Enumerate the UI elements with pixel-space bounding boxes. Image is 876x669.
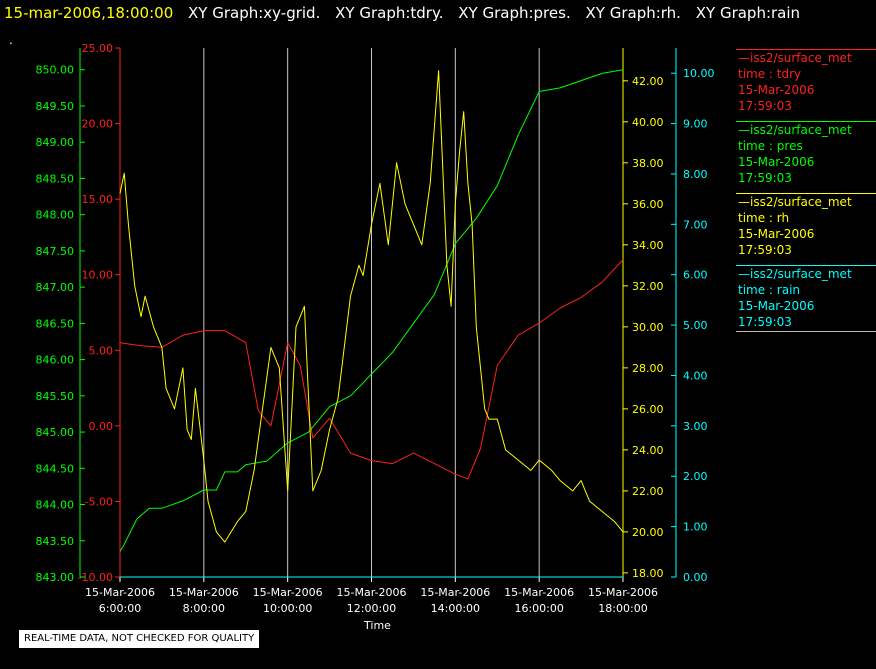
y-tick-label-pres: 844.50 bbox=[36, 462, 75, 475]
x-tick-label-time: 6:00:00 bbox=[99, 602, 141, 615]
y-tick-label-rain: 4.00 bbox=[683, 369, 708, 382]
y-tick-label-pres: 845.50 bbox=[36, 390, 75, 403]
y-tick-label-rain: 9.00 bbox=[683, 118, 708, 131]
y-tick-label-rain: 2.00 bbox=[683, 470, 708, 483]
y-tick-label-tdry: 25.00 bbox=[82, 42, 114, 55]
legend-date: 15-Mar-2006 bbox=[738, 155, 815, 169]
x-tick-label-date: 15-Mar-2006 bbox=[588, 586, 658, 599]
y-tick-label-rh: 42.00 bbox=[632, 75, 664, 88]
y-tick-label-tdry: -5.00 bbox=[85, 495, 113, 508]
y-tick-label-rain: 5.00 bbox=[683, 319, 708, 332]
legend-entry-rain: —iss2/surface_met time : rain 15-Mar-200… bbox=[736, 265, 876, 332]
y-tick-label-rain: 6.00 bbox=[683, 269, 708, 282]
legend-date: 15-Mar-2006 bbox=[738, 299, 815, 313]
y-tick-label-tdry: 20.00 bbox=[82, 118, 114, 131]
y-tick-label-rh: 34.00 bbox=[632, 239, 664, 252]
y-tick-label-pres: 846.00 bbox=[36, 354, 75, 367]
legend-source: —iss2/surface_met bbox=[738, 51, 852, 65]
y-tick-label-rh: 38.00 bbox=[632, 157, 664, 170]
legend-variable: time : rh bbox=[738, 211, 790, 225]
legend-entry-pres: —iss2/surface_met time : pres 15-Mar-200… bbox=[736, 121, 876, 186]
y-tick-label-rain: 10.00 bbox=[683, 67, 715, 80]
y-tick-label-rh: 32.00 bbox=[632, 280, 664, 293]
y-tick-label-pres: 843.00 bbox=[36, 571, 75, 584]
y-tick-label-tdry: 15.00 bbox=[82, 193, 114, 206]
x-tick-label-time: 14:00:00 bbox=[431, 602, 480, 615]
x-tick-label-time: 16:00:00 bbox=[514, 602, 563, 615]
y-tick-label-pres: 846.50 bbox=[36, 317, 75, 330]
legend-time: 17:59:03 bbox=[738, 315, 792, 329]
x-tick-label-date: 15-Mar-2006 bbox=[85, 586, 155, 599]
y-tick-label-pres: 847.00 bbox=[36, 281, 75, 294]
y-tick-label-pres: 844.00 bbox=[36, 499, 75, 512]
quality-notice: REAL-TIME DATA, NOT CHECKED FOR QUALITY bbox=[19, 630, 260, 648]
y-tick-label-pres: 848.00 bbox=[36, 209, 75, 222]
legend-variable: time : tdry bbox=[738, 67, 802, 81]
y-tick-label-rh: 36.00 bbox=[632, 198, 664, 211]
legend-source: —iss2/surface_met bbox=[738, 267, 852, 281]
legend-source: —iss2/surface_met bbox=[738, 195, 852, 209]
legend-variable: time : rain bbox=[738, 283, 801, 297]
y-tick-label-rain: 8.00 bbox=[683, 168, 708, 181]
y-tick-label-pres: 845.00 bbox=[36, 426, 75, 439]
y-tick-label-rain: 0.00 bbox=[683, 571, 708, 584]
legend-entry-tdry: —iss2/surface_met time : tdry 15-Mar-200… bbox=[736, 49, 876, 114]
legend-variable: time : pres bbox=[738, 139, 803, 153]
y-tick-label-tdry: 0.00 bbox=[89, 420, 114, 433]
legend-entry-rh: —iss2/surface_met time : rh 15-Mar-2006 … bbox=[736, 193, 876, 258]
y-tick-label-rh: 18.00 bbox=[632, 567, 664, 580]
legend-separator bbox=[736, 331, 876, 332]
y-tick-label-rain: 1.00 bbox=[683, 521, 708, 534]
y-tick-label-rh: 20.00 bbox=[632, 526, 664, 539]
legend-source: —iss2/surface_met bbox=[738, 123, 852, 137]
legend-time: 17:59:03 bbox=[738, 99, 792, 113]
x-tick-label-time: 12:00:00 bbox=[347, 602, 396, 615]
y-tick-label-pres: 849.50 bbox=[36, 100, 75, 113]
x-tick-label-date: 15-Mar-2006 bbox=[253, 586, 323, 599]
y-tick-label-pres: 847.50 bbox=[36, 245, 75, 258]
y-tick-label-pres: 843.50 bbox=[36, 535, 75, 548]
x-tick-label-date: 15-Mar-2006 bbox=[504, 586, 574, 599]
legend-time: 17:59:03 bbox=[738, 243, 792, 257]
y-tick-label-tdry: 10.00 bbox=[82, 269, 114, 282]
x-tick-label-time: 10:00:00 bbox=[263, 602, 312, 615]
y-tick-label-pres: 848.50 bbox=[36, 172, 75, 185]
y-tick-label-rain: 3.00 bbox=[683, 420, 708, 433]
legend-date: 15-Mar-2006 bbox=[738, 227, 815, 241]
y-tick-label-rh: 22.00 bbox=[632, 485, 664, 498]
x-tick-label-date: 15-Mar-2006 bbox=[420, 586, 490, 599]
y-tick-label-rh: 26.00 bbox=[632, 403, 664, 416]
x-tick-label-date: 15-Mar-2006 bbox=[337, 586, 407, 599]
y-tick-label-rh: 40.00 bbox=[632, 116, 664, 129]
x-axis-label: Time bbox=[363, 619, 391, 632]
y-tick-label-pres: 850.00 bbox=[36, 64, 75, 77]
y-tick-label-rh: 30.00 bbox=[632, 321, 664, 334]
y-tick-label-pres: 849.00 bbox=[36, 136, 75, 149]
legend-time: 17:59:03 bbox=[738, 171, 792, 185]
y-tick-label-rain: 7.00 bbox=[683, 218, 708, 231]
y-tick-label-rh: 28.00 bbox=[632, 362, 664, 375]
legend-date: 15-Mar-2006 bbox=[738, 83, 815, 97]
x-tick-label-date: 15-Mar-2006 bbox=[169, 586, 239, 599]
y-tick-label-tdry: 5.00 bbox=[89, 344, 114, 357]
x-tick-label-time: 18:00:00 bbox=[598, 602, 647, 615]
y-tick-label-rh: 24.00 bbox=[632, 444, 664, 457]
x-tick-label-time: 8:00:00 bbox=[183, 602, 225, 615]
